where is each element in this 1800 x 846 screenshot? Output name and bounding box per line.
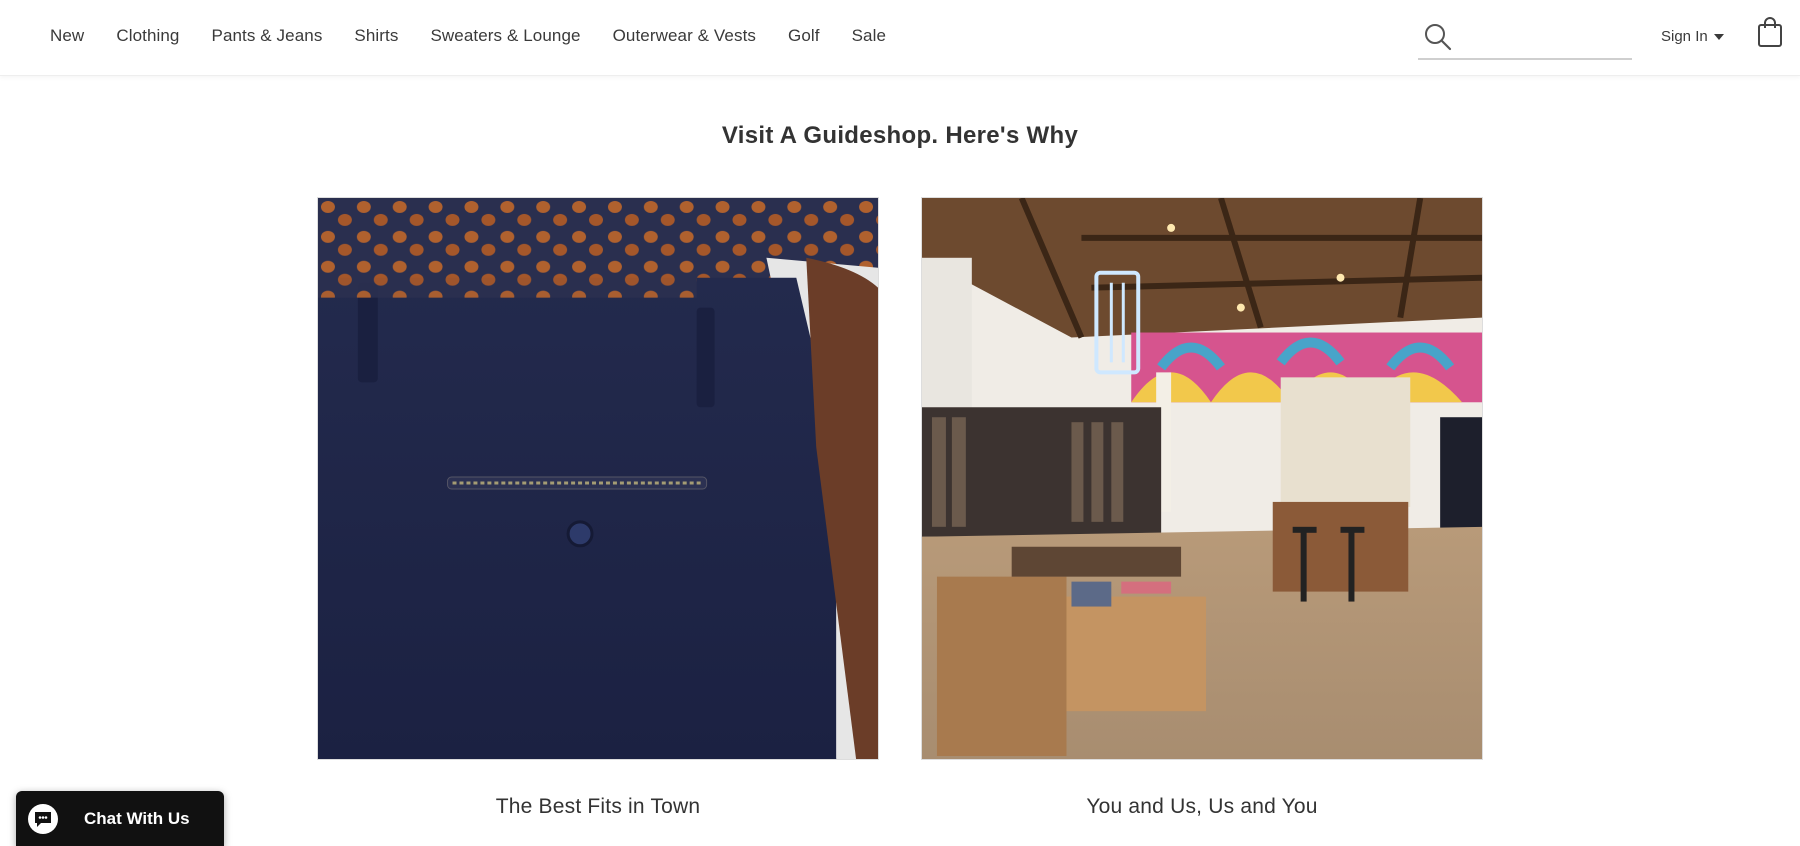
section-heading: Visit A Guideshop. Here's Why	[721, 122, 1079, 149]
nav-item-outerwear-vests[interactable]: Outerwear & Vests	[597, 24, 772, 48]
nav-item-sale[interactable]: Sale	[836, 24, 902, 48]
navy-chino-photo[interactable]	[317, 197, 879, 760]
sign-in-label: Sign In	[1661, 28, 1708, 45]
chat-with-us-button[interactable]: Chat With Us	[16, 791, 224, 846]
caret-down-icon	[1713, 33, 1724, 40]
nav-item-sweaters-lounge[interactable]: Sweaters & Lounge	[414, 24, 596, 48]
feature-caption-fits[interactable]: The Best Fits in Town	[317, 795, 879, 819]
search-input[interactable]	[1462, 24, 1626, 52]
nav-item-shirts[interactable]: Shirts	[338, 24, 414, 48]
feature-caption-guideshop[interactable]: You and Us, Us and You	[921, 795, 1483, 819]
nav-item-golf[interactable]: Golf	[772, 24, 836, 48]
nav-item-new[interactable]: New	[34, 24, 100, 48]
shopping-bag-icon[interactable]	[1756, 16, 1784, 53]
site-header: New Clothing Pants & Jeans Shirts Sweate…	[0, 0, 1800, 76]
sign-in-dropdown[interactable]: Sign In	[1661, 28, 1724, 45]
chat-bubble-icon	[28, 804, 58, 834]
chat-label: Chat With Us	[84, 809, 190, 828]
nav-item-pants-jeans[interactable]: Pants & Jeans	[196, 24, 339, 48]
search-icon[interactable]	[1422, 21, 1454, 53]
nav-item-clothing[interactable]: Clothing	[100, 24, 195, 48]
feature-card-guideshop: You and Us, Us and You	[921, 197, 1483, 818]
main-nav: New Clothing Pants & Jeans Shirts Sweate…	[34, 24, 902, 48]
search-box	[1418, 18, 1632, 60]
feature-card-fits: The Best Fits in Town	[317, 197, 879, 818]
guideshop-interior-photo[interactable]	[921, 197, 1483, 760]
